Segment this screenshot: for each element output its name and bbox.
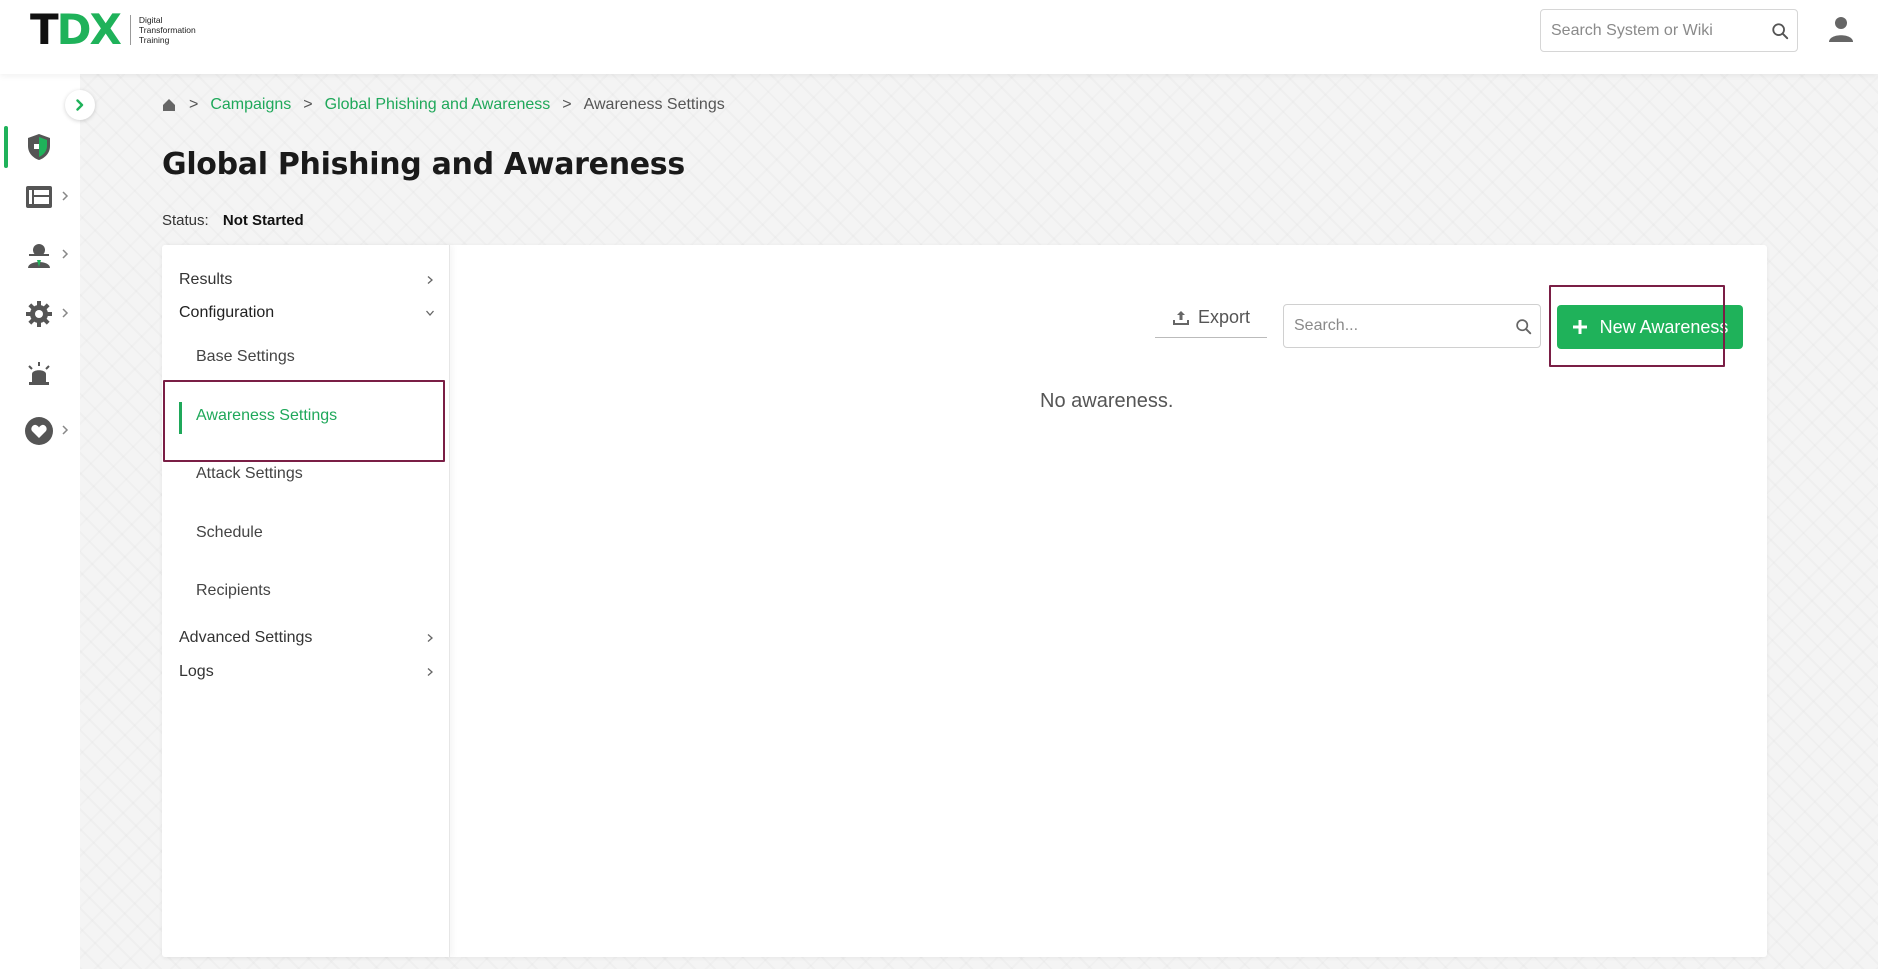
breadcrumb-separator: > [303,96,313,113]
expand-nav-button[interactable] [65,90,95,120]
chevron-right-icon [62,191,69,201]
menu-item-configuration-label: Configuration [179,304,275,321]
export-button[interactable]: Export [1155,298,1267,338]
status-value: Not Started [222,212,304,229]
global-search[interactable] [1540,9,1798,52]
gear-icon [26,301,52,327]
chevron-right-icon [427,276,433,284]
logo-mark: TDX [30,5,122,54]
dashboard-icon [26,186,52,208]
logo[interactable]: TDX Digital Transformation Training [30,5,196,54]
menu-item-results-label: Results [179,271,233,288]
chevron-down-icon [426,310,434,316]
user-icon[interactable] [1826,14,1856,44]
status-label: Status: [162,212,209,229]
logo-subtitle: Digital Transformation Training [129,15,196,45]
breadcrumb: > Campaigns > Global Phishing and Awaren… [161,94,725,116]
submenu-attack-settings[interactable]: Attack Settings [196,465,303,483]
user-agent-icon [28,244,50,268]
chevron-right-icon [427,634,433,642]
global-search-input[interactable] [1551,10,1766,51]
left-nav-rail [0,74,80,969]
menu-item-advanced-label: Advanced Settings [179,629,313,646]
alarm-icon [28,362,50,385]
nav-item-campaigns[interactable] [0,124,80,172]
shield-icon [28,134,50,160]
search-icon[interactable] [1515,318,1532,335]
export-label: Export [1197,307,1251,327]
nav-item-favorites[interactable] [0,408,80,456]
breadcrumb-campaign[interactable]: Global Phishing and Awareness [325,96,551,114]
highlight-box [163,380,445,462]
heart-icon [25,417,53,445]
submenu-schedule[interactable]: Schedule [196,524,263,542]
breadcrumb-separator: > [189,96,199,113]
nav-item-users[interactable] [0,232,80,280]
active-indicator [4,126,8,168]
submenu-recipients[interactable]: Recipients [196,582,271,600]
menu-item-logs[interactable]: Logs [179,659,435,685]
chevron-right-icon [62,308,69,318]
chevron-right-icon [427,668,433,676]
side-menu: Results Configuration Base Settings Awar… [162,245,450,957]
submenu-base-settings[interactable]: Base Settings [196,348,295,366]
search-icon[interactable] [1771,22,1789,40]
nav-item-alerts[interactable] [0,350,80,398]
menu-item-configuration[interactable]: Configuration [179,300,435,326]
menu-item-results[interactable]: Results [179,267,435,293]
breadcrumb-separator: > [562,96,572,113]
chevron-right-icon [76,99,84,111]
chevron-right-icon [62,425,69,435]
main-card: Results Configuration Base Settings Awar… [162,245,1767,957]
nav-item-dashboard[interactable] [0,174,80,222]
upload-icon [1172,310,1189,325]
awareness-search[interactable] [1283,304,1541,348]
status-line: Status: Not Started [162,212,304,229]
menu-item-advanced-settings[interactable]: Advanced Settings [179,625,435,651]
chevron-right-icon [62,249,69,259]
breadcrumb-campaigns[interactable]: Campaigns [210,96,291,114]
highlight-box [1549,285,1725,367]
home-icon[interactable] [161,97,177,113]
menu-item-logs-label: Logs [179,663,214,680]
empty-state-message: No awareness. [1040,390,1174,412]
top-bar: TDX Digital Transformation Training [0,0,1878,74]
breadcrumb-current: Awareness Settings [583,96,725,113]
awareness-search-input[interactable] [1294,305,1509,347]
page-title: Global Phishing and Awareness [162,147,685,182]
nav-item-settings[interactable] [0,291,80,339]
